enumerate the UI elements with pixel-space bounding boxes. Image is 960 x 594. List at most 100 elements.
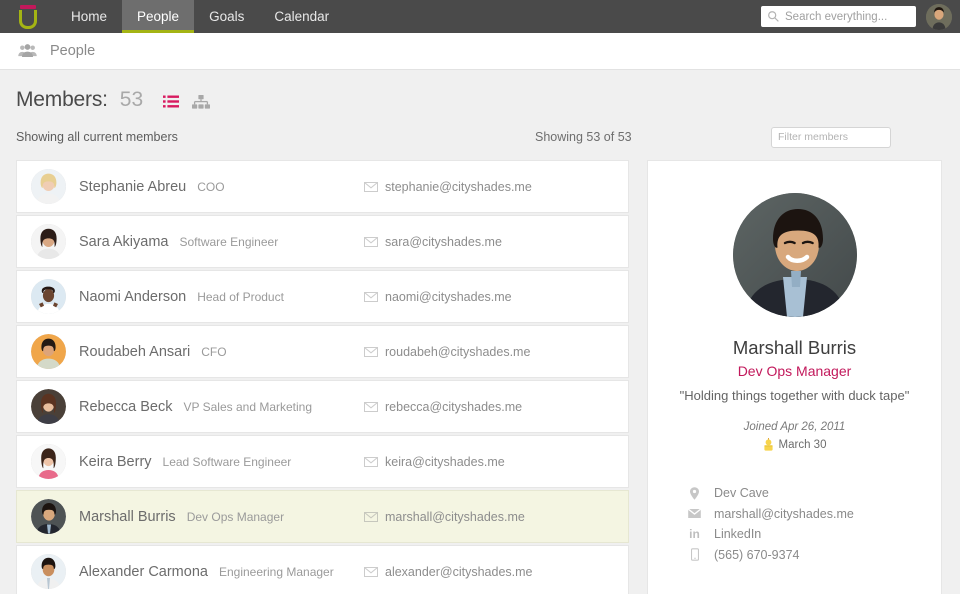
breadcrumb-label[interactable]: People [50,43,95,59]
mobile-icon [688,548,701,561]
contact-phone: (565) 670-9374 [714,547,800,562]
contact-email: marshall@cityshades.me [714,506,854,521]
u-logo-icon [19,4,37,29]
envelope-icon [364,236,378,247]
member-name: Rebecca Beck [79,398,173,415]
search-input[interactable] [761,6,916,27]
contact-row-location[interactable]: Dev Cave [688,483,917,504]
envelope-icon [688,509,701,519]
member-title: Dev Ops Manager [186,509,285,524]
contact-row-linkedin[interactable]: in LinkedIn [688,524,917,545]
member-name: Stephanie Abreu [79,178,187,195]
map-pin-icon [688,486,701,500]
member-email: sara@cityshades.me [385,234,502,249]
member-email-cell: sara@cityshades.me [364,235,614,249]
envelope-icon [364,181,378,192]
detail-birthday-row: March 30 [672,438,917,451]
avatar [31,444,66,479]
member-name: Roudabeh Ansari [79,343,191,360]
contact-list: Dev Cave marshall@cityshades.me in Linke… [672,483,917,565]
member-title: Engineering Manager [218,564,334,579]
member-title: COO [197,179,225,194]
detail-member-role: Dev Ops Manager [737,363,852,379]
member-email: marshall@cityshades.me [385,509,525,524]
envelope-icon [364,291,378,302]
page-header: Members: 53 Showing all current members … [0,70,960,150]
top-navigation-bar: Home People Goals Calendar [0,0,960,33]
nav-item-people[interactable]: People [122,0,195,33]
avatar [31,279,66,314]
nav-right-group [761,0,960,33]
avatar [31,389,66,424]
nav-item-goals[interactable]: Goals [194,0,259,33]
member-email: rebecca@cityshades.me [385,399,523,414]
member-email-cell: naomi@cityshades.me [364,290,614,304]
member-name: Marshall Burris [79,508,176,525]
envelope-icon [364,566,378,577]
people-group-icon [18,44,37,58]
envelope-icon [364,456,378,467]
table-row[interactable]: Sara Akiyama Software Engineer sara@city… [16,215,629,268]
main-content: Stephanie Abreu COO stephanie@cityshades… [0,150,960,594]
contact-linkedin: LinkedIn [714,527,762,542]
member-email: stephanie@cityshades.me [385,179,532,194]
member-name: Sara Akiyama [79,233,169,250]
member-list: Stephanie Abreu COO stephanie@cityshades… [16,160,629,594]
list-view-icon[interactable] [163,95,180,109]
member-title: Lead Software Engineer [162,454,292,469]
member-title: Head of Product [197,289,284,304]
members-count: 53 [119,88,144,111]
table-row[interactable]: Alexander Carmona Engineering Manager al… [16,545,629,594]
member-email: keira@cityshades.me [385,454,505,469]
table-row[interactable]: Rebecca Beck VP Sales and Marketing rebe… [16,380,629,433]
member-detail-panel: Marshall Burris Dev Ops Manager "Holding… [647,160,942,594]
table-row[interactable]: Roudabeh Ansari CFO roudabeh@cityshades.… [16,325,629,378]
contact-row-email[interactable]: marshall@cityshades.me [688,504,917,525]
envelope-icon [364,401,378,412]
avatar [31,334,66,369]
page-title: Members: [16,88,108,111]
member-name: Naomi Anderson [79,288,187,305]
primary-nav: Home People Goals Calendar [56,0,344,33]
envelope-icon [364,511,378,522]
avatar[interactable] [926,3,952,30]
detail-member-name: Marshall Burris [732,337,857,358]
list-meta-row: Showing all current members Showing 53 o… [16,124,944,150]
showing-all-label: Showing all current members [16,130,178,144]
member-email: alexander@cityshades.me [385,564,533,579]
global-search[interactable] [761,6,916,27]
search-icon [768,11,779,22]
member-email-cell: roudabeh@cityshades.me [364,345,614,359]
table-row[interactable]: Naomi Anderson Head of Product naomi@cit… [16,270,629,323]
table-row[interactable]: Keira Berry Lead Software Engineer keira… [16,435,629,488]
member-title: Software Engineer [179,234,279,249]
avatar [31,554,66,589]
envelope-icon [364,346,378,357]
cake-icon [763,438,773,451]
profile-photo [732,193,857,317]
member-name: Alexander Carmona [79,563,208,580]
member-title: VP Sales and Marketing [183,399,313,414]
nav-item-calendar[interactable]: Calendar [259,0,344,33]
member-email: roudabeh@cityshades.me [385,344,531,359]
members-heading-row: Members: 53 [16,88,944,112]
breadcrumb: People [0,33,960,70]
app-logo[interactable] [0,0,56,33]
member-email-cell: stephanie@cityshades.me [364,180,614,194]
member-name: Keira Berry [79,453,152,470]
detail-member-quote: "Holding things together with duck tape" [679,388,910,403]
detail-birthday: March 30 [778,438,827,451]
member-title: CFO [201,344,227,359]
contact-row-phone[interactable]: (565) 670-9374 [688,545,917,566]
org-chart-icon[interactable] [192,94,211,109]
member-email-cell: marshall@cityshades.me [364,510,614,524]
contact-location: Dev Cave [714,486,769,501]
table-row[interactable]: Marshall Burris Dev Ops Manager marshall… [16,490,629,543]
view-toggle-group [163,94,211,109]
member-email-cell: rebecca@cityshades.me [364,400,614,414]
avatar [31,499,66,534]
nav-item-home[interactable]: Home [56,0,122,33]
filter-members-input[interactable] [771,126,891,148]
table-row[interactable]: Stephanie Abreu COO stephanie@cityshades… [16,160,629,213]
linkedin-icon: in [689,527,700,542]
